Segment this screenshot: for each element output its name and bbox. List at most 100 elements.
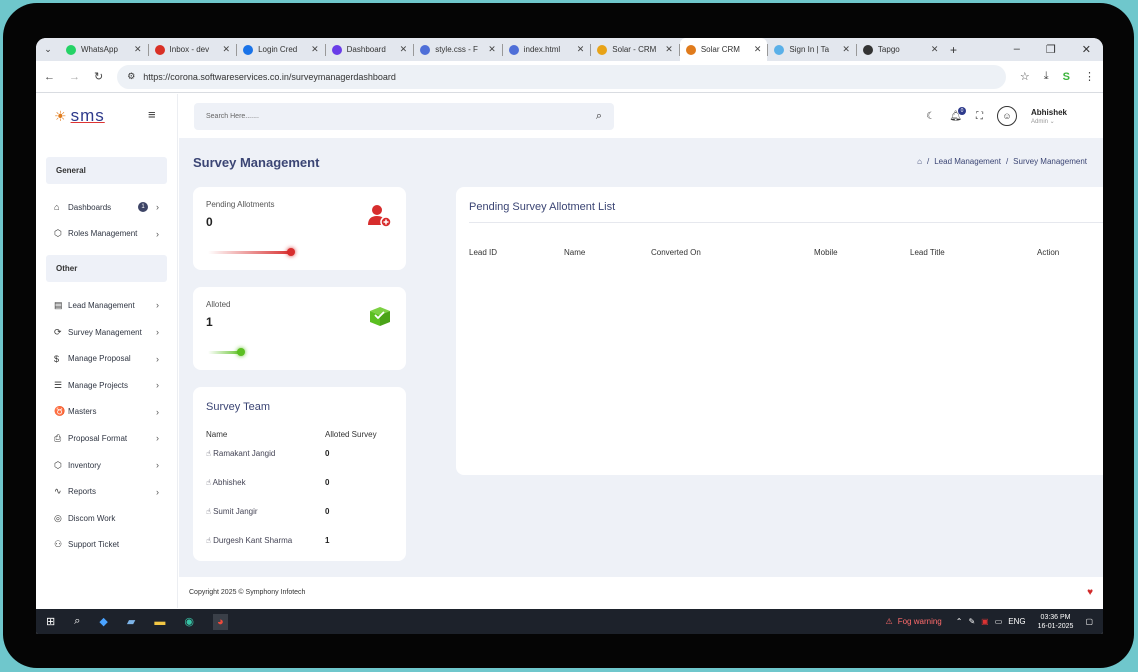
chevron-right-icon: ›: [156, 327, 159, 338]
bookmark-star-icon[interactable]: ☆: [1020, 70, 1030, 83]
sidebar-item-roles-management[interactable]: ⬡ Roles Management ›: [36, 221, 177, 248]
avatar[interactable]: ☺: [996, 106, 1017, 126]
weather-text: Fog warning: [897, 617, 942, 626]
forward-icon[interactable]: →: [69, 71, 80, 83]
sidebar-item-support-ticket[interactable]: ⚇ Support Ticket: [36, 532, 177, 559]
browser-tab[interactable]: index.html ✕: [503, 38, 591, 61]
sidebar-item-masters[interactable]: ♉ Masters ›: [36, 399, 177, 426]
sidebar-item-survey-management[interactable]: ⟳ Survey Management ›: [36, 319, 177, 346]
page-title: Survey Management: [193, 155, 320, 170]
alloted-label: Alloted: [206, 300, 231, 309]
dollar-icon: $: [54, 353, 60, 364]
sidebar-item-manage-proposal[interactable]: $ Manage Proposal ›: [36, 345, 177, 372]
browser-tab[interactable]: Solar CRM ✕: [679, 38, 768, 61]
chevron-right-icon: ›: [156, 202, 159, 213]
team-row[interactable]: ☝︎ Durgesh Kant Sharma 1: [206, 536, 396, 545]
extension-icon[interactable]: S: [1063, 71, 1070, 83]
browser-tab[interactable]: style.css - F ✕: [414, 38, 502, 61]
dark-mode-icon[interactable]: ☾: [926, 111, 935, 122]
back-icon[interactable]: ←: [44, 71, 55, 83]
restore-icon[interactable]: ❐: [1046, 43, 1056, 56]
language-indicator[interactable]: ENG: [1008, 617, 1025, 626]
sidebar-item-discom-work[interactable]: ◎ Discom Work: [36, 505, 177, 532]
alloted-card[interactable]: Alloted 1: [193, 287, 406, 370]
tray-app-icon[interactable]: ▣: [981, 617, 989, 626]
tray-chevron-icon[interactable]: ⌃: [956, 617, 963, 626]
weather-widget[interactable]: ⚠ Fog warning: [886, 617, 942, 626]
tab-search-icon[interactable]: ⌄: [36, 38, 60, 61]
sidebar-item-inventory[interactable]: ⬡ Inventory ›: [36, 452, 177, 479]
url-field[interactable]: ⚙ https://corona.softwareservices.co.in/…: [117, 64, 1006, 89]
edge-icon[interactable]: ◉: [184, 615, 194, 628]
team-row[interactable]: ☝︎ Abhishek 0: [206, 478, 396, 487]
search-icon[interactable]: ⌕: [596, 110, 602, 123]
browser-tab[interactable]: Login Cred ✕: [237, 38, 325, 61]
clock[interactable]: 03:36 PM 16-01-2025: [1038, 613, 1074, 631]
sidebar-item-lead-management[interactable]: ▤ Lead Management ›: [36, 292, 177, 319]
users-icon: ⚇: [54, 539, 63, 550]
tab-close-icon[interactable]: ✕: [754, 44, 762, 55]
app-logo[interactable]: ☀ sms: [36, 94, 177, 138]
file-explorer-icon[interactable]: ▬: [154, 616, 165, 628]
sidebar-item-label: Lead Management: [68, 300, 135, 310]
search-input[interactable]: Search Here....... ⌕: [194, 102, 614, 130]
tab-close-icon[interactable]: ✕: [842, 44, 850, 55]
tab-close-icon[interactable]: ✕: [223, 44, 231, 55]
chevron-right-icon: ›: [156, 380, 159, 391]
new-tab-button[interactable]: +: [944, 43, 962, 57]
pen-icon[interactable]: ✎: [968, 617, 975, 626]
browser-tab[interactable]: Inbox - dev ✕: [149, 38, 237, 61]
reload-icon[interactable]: ↻: [94, 70, 103, 83]
team-row[interactable]: ☝︎ Sumit Jangir 0: [206, 507, 396, 516]
notification-bell-icon[interactable]: 🔔︎ 0: [949, 106, 966, 122]
sidebar-item-manage-projects[interactable]: ☰ Manage Projects ›: [36, 372, 177, 399]
user-add-icon: [367, 203, 393, 235]
sidebar-nav: General ⌂ Dashboards 1 › ⬡ Roles Managemen…: [36, 157, 177, 558]
battery-icon[interactable]: ▭: [995, 617, 1003, 626]
tab-close-icon[interactable]: ✕: [931, 44, 939, 55]
download-icon[interactable]: ⤓: [1044, 70, 1049, 83]
tab-close-icon[interactable]: ✕: [311, 44, 319, 55]
pending-allotments-card[interactable]: Pending Allotments 0: [193, 187, 406, 270]
browser-tab[interactable]: Dashboard ✕: [326, 38, 414, 61]
tab-close-icon[interactable]: ✕: [488, 44, 496, 55]
taskbar-notes-icon[interactable]: ▰: [127, 615, 135, 628]
warning-icon: ⚠: [885, 617, 893, 626]
sidebar-item-proposal-format[interactable]: ⎙ Proposal Format ›: [36, 425, 177, 452]
minimize-icon[interactable]: –: [1014, 43, 1020, 56]
windows-start-icon[interactable]: ⊞: [46, 615, 55, 628]
screen: ⌄ WhatsApp ✕ Inbox - dev ✕ Login Cred ✕ …: [36, 38, 1103, 634]
tab-close-icon[interactable]: ✕: [134, 44, 142, 55]
sidebar-item-label: Support Ticket: [68, 540, 120, 550]
sidebar-item-label: Discom Work: [68, 513, 116, 523]
breadcrumb-lead-management[interactable]: Lead Management: [934, 157, 1001, 166]
clock-date: 16-01-2025: [1037, 622, 1074, 630]
tab-close-icon[interactable]: ✕: [577, 44, 585, 55]
fullscreen-icon[interactable]: ⛶: [976, 111, 983, 122]
file-icon: ▤: [54, 299, 63, 310]
notification-center-icon[interactable]: ▢: [1085, 617, 1093, 626]
user-menu[interactable]: Abhishek Admin ⌄: [1031, 108, 1067, 125]
tab-close-icon[interactable]: ✕: [400, 44, 408, 55]
browser-tab[interactable]: Tapgo ✕: [857, 38, 945, 61]
breadcrumb-home-icon[interactable]: ⌂: [917, 157, 922, 166]
hamburger-menu-icon[interactable]: ≡: [148, 107, 156, 122]
browser-menu-icon[interactable]: ⋮: [1084, 70, 1095, 83]
open-box-icon: [367, 303, 393, 335]
taskbar-app-icon[interactable]: ◆: [99, 615, 107, 628]
browser-tab[interactable]: Solar - CRM ✕: [591, 38, 679, 61]
site-settings-icon[interactable]: ⚙: [127, 71, 135, 82]
team-row[interactable]: ☝︎ Ramakant Jangid 0: [206, 449, 396, 458]
sidebar-item-label: Inventory: [68, 460, 101, 470]
sidebar-item-dashboards[interactable]: ⌂ Dashboards 1 ›: [36, 194, 177, 221]
chevron-right-icon: ›: [156, 406, 159, 417]
chrome-icon[interactable]: ◕: [212, 613, 228, 630]
sidebar-item-reports[interactable]: ∿ Reports ›: [36, 478, 177, 505]
taskbar-search-icon[interactable]: ⌕: [74, 615, 80, 628]
close-window-icon[interactable]: ✕: [1082, 43, 1091, 56]
copyright-text: Copyright 2025 © Symphony Infotech: [189, 589, 306, 596]
browser-tab[interactable]: Sign In | Ta ✕: [768, 38, 856, 61]
tab-close-icon[interactable]: ✕: [665, 44, 673, 55]
team-member-count: 0: [325, 449, 330, 458]
browser-tab[interactable]: WhatsApp ✕: [60, 38, 148, 61]
